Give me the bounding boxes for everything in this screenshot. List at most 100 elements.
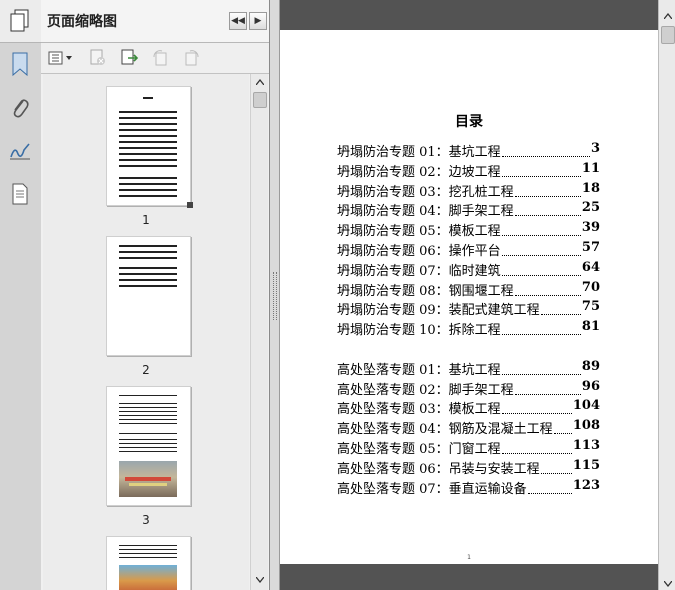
document-scrollbar[interactable] [658, 0, 675, 590]
toc-entry-page: 39 [581, 220, 600, 236]
delete-page-button[interactable] [87, 48, 109, 68]
photo-detail [129, 483, 167, 486]
toc-entry[interactable]: 高处坠落专题 07：垂直运输设备 123 [337, 478, 600, 498]
rotate-left-button[interactable] [149, 48, 171, 68]
toc-entry-title: 坍塌防治专题 01：基坑工程 [337, 145, 501, 160]
toc-entry[interactable]: 坍塌防治专题 10：拆除工程 81 [337, 319, 600, 339]
thumb-line [119, 433, 177, 434]
scroll-up-icon[interactable] [659, 8, 675, 24]
toc-entry-page: 57 [581, 240, 600, 255]
thumbnail-toolbar [41, 43, 269, 74]
signature-icon[interactable] [7, 138, 33, 164]
thumb-line [119, 419, 177, 420]
toc-entry-title: 高处坠落专题 03：模板工程 [337, 402, 501, 418]
thumb-line [119, 159, 177, 161]
options-menu-button[interactable]: ▶ [249, 12, 267, 30]
thumbnail-page-2[interactable] [106, 236, 191, 356]
toc-leader-dots [502, 322, 581, 336]
thumb-line [119, 195, 177, 197]
scrollbar-thumb[interactable] [253, 92, 267, 108]
scroll-up-icon[interactable] [251, 74, 268, 90]
thumbnail-options-button[interactable] [47, 48, 75, 68]
rotate-right-button[interactable] [181, 48, 203, 68]
thumbnail-panel: 页面缩略图 ◀◀ ▶ 1 2 3 [41, 0, 270, 590]
thumb-line [119, 549, 177, 550]
toc-entry-page: 96 [581, 378, 600, 394]
toc-entry[interactable]: 坍塌防治专题 03：挖孔桩工程 18 [337, 181, 600, 201]
document-view: 目录 坍塌防治专题 01：基坑工程 3 坍塌防治专题 02：边坡工程 11 坍塌防治专题… [280, 0, 658, 590]
thumb-line [119, 245, 177, 247]
rail-header [0, 0, 41, 43]
toc-leader-dots [515, 283, 581, 296]
panel-splitter[interactable] [270, 0, 280, 590]
thumbnail-page-4[interactable] [106, 536, 191, 590]
toc-leader-dots [502, 144, 590, 157]
toc-entry[interactable]: 坍塌防治专题 01：基坑工程 3 [337, 141, 600, 161]
thumb-line [119, 285, 177, 287]
scroll-down-icon[interactable] [251, 572, 268, 588]
thumb-line [119, 447, 177, 448]
thumbnail-page-3[interactable] [106, 386, 191, 506]
rotate-left-icon [153, 50, 167, 66]
toc-entry[interactable]: 高处坠落专题 06：吊装与安装工程 115 [337, 458, 600, 478]
toc-leader-dots [515, 203, 581, 217]
splitter-grip[interactable] [273, 272, 277, 320]
thumbnail-scrollbar[interactable] [250, 74, 268, 590]
toc-entry[interactable]: 坍塌防治专题 04：脚手架工程 25 [337, 200, 600, 220]
collapse-panel-button[interactable]: ◀◀ [229, 12, 247, 30]
thumb-line [119, 407, 177, 408]
thumb-line [119, 177, 177, 179]
toc-entry-title: 坍塌防治专题 05：模板工程 [337, 224, 501, 240]
thumb-line [119, 251, 177, 253]
toc-entry-page: 11 [581, 160, 600, 176]
list-options-icon [48, 51, 72, 65]
thumb-line [119, 111, 177, 113]
thumb-line [119, 129, 177, 131]
toc-entry-page: 113 [572, 438, 600, 453]
thumb-line [119, 123, 177, 125]
toc-entry[interactable]: 坍塌防治专题 07：临时建筑 64 [337, 260, 600, 280]
toc-entry[interactable]: 坍塌防治专题 09：装配式建筑工程 75 [337, 299, 600, 319]
thumb-line [119, 141, 177, 143]
resize-handle[interactable] [187, 202, 193, 208]
toc-entry[interactable]: 高处坠落专题 04：钢筋及混凝土工程 108 [337, 418, 600, 438]
toc-entry-page: 70 [581, 279, 600, 295]
toc-entry[interactable]: 坍塌防治专题 05：模板工程 39 [337, 220, 600, 240]
document-layers-icon[interactable] [7, 181, 33, 207]
thumb-line [119, 257, 177, 259]
thumbnail-page-1[interactable] [106, 86, 193, 208]
toc-entry[interactable]: 高处坠落专题 02：脚手架工程 96 [337, 379, 600, 399]
toc-entry[interactable]: 高处坠落专题 01：基坑工程 89 [337, 359, 600, 379]
navigation-rail [0, 0, 42, 590]
toc-leader-dots [515, 382, 581, 395]
toc-leader-dots [502, 263, 581, 276]
thumbnail-photo [119, 461, 177, 497]
toc-entry-title: 坍塌防治专题 08：钢围堰工程 [337, 283, 514, 299]
scrollbar-thumb[interactable] [661, 26, 675, 44]
thumb-line [119, 545, 177, 546]
toc-entry-page: 123 [572, 477, 600, 493]
toc-entry[interactable]: 坍塌防治专题 08：钢围堰工程 70 [337, 280, 600, 300]
toc-leader-dots [502, 401, 572, 415]
toc-entry-page: 115 [572, 457, 600, 473]
delete-page-icon [90, 49, 105, 65]
toc-entry-page: 25 [581, 200, 600, 216]
play-icon: ▶ [254, 16, 262, 26]
toc-entry[interactable]: 坍塌防治专题 06：操作平台 57 [337, 240, 600, 260]
scroll-down-icon[interactable] [659, 578, 675, 590]
toc-entry-page: 81 [581, 319, 600, 335]
toc-entry-title: 坍塌防治专题 02：边坡工程 [337, 164, 501, 180]
thumb-line [119, 279, 177, 281]
bookmark-icon[interactable] [7, 51, 33, 77]
paperclip-icon[interactable] [7, 95, 33, 121]
toc-entry[interactable]: 坍塌防治专题 02：边坡工程 11 [337, 161, 600, 181]
toc-entry[interactable]: 高处坠落专题 03：模板工程 104 [337, 398, 600, 418]
toc-leader-dots [515, 184, 581, 197]
toc-leader-dots [554, 421, 572, 435]
panel-header: 页面缩略图 ◀◀ ▶ [41, 0, 269, 43]
thumb-line [119, 189, 177, 191]
toc-entry[interactable]: 高处坠落专题 05：门窗工程 113 [337, 438, 600, 458]
insert-page-button[interactable] [119, 48, 141, 68]
toc-entry-page: 18 [581, 180, 600, 196]
pages-icon[interactable] [7, 8, 33, 34]
